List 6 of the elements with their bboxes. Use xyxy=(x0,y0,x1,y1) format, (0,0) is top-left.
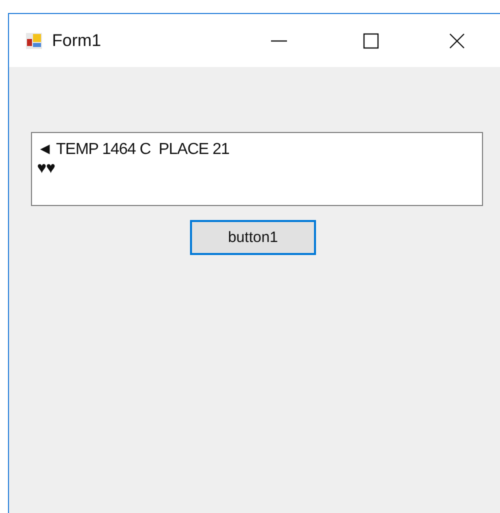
close-icon[interactable] xyxy=(447,30,467,50)
window-title: Form1 xyxy=(52,30,102,50)
maximize-icon[interactable] xyxy=(361,30,381,50)
button[interactable]: button1 xyxy=(190,220,316,255)
app-icon xyxy=(26,32,42,48)
text-box[interactable]: ◄ TEMP 1464 C PLACE 21 ♥♥ xyxy=(31,132,483,206)
